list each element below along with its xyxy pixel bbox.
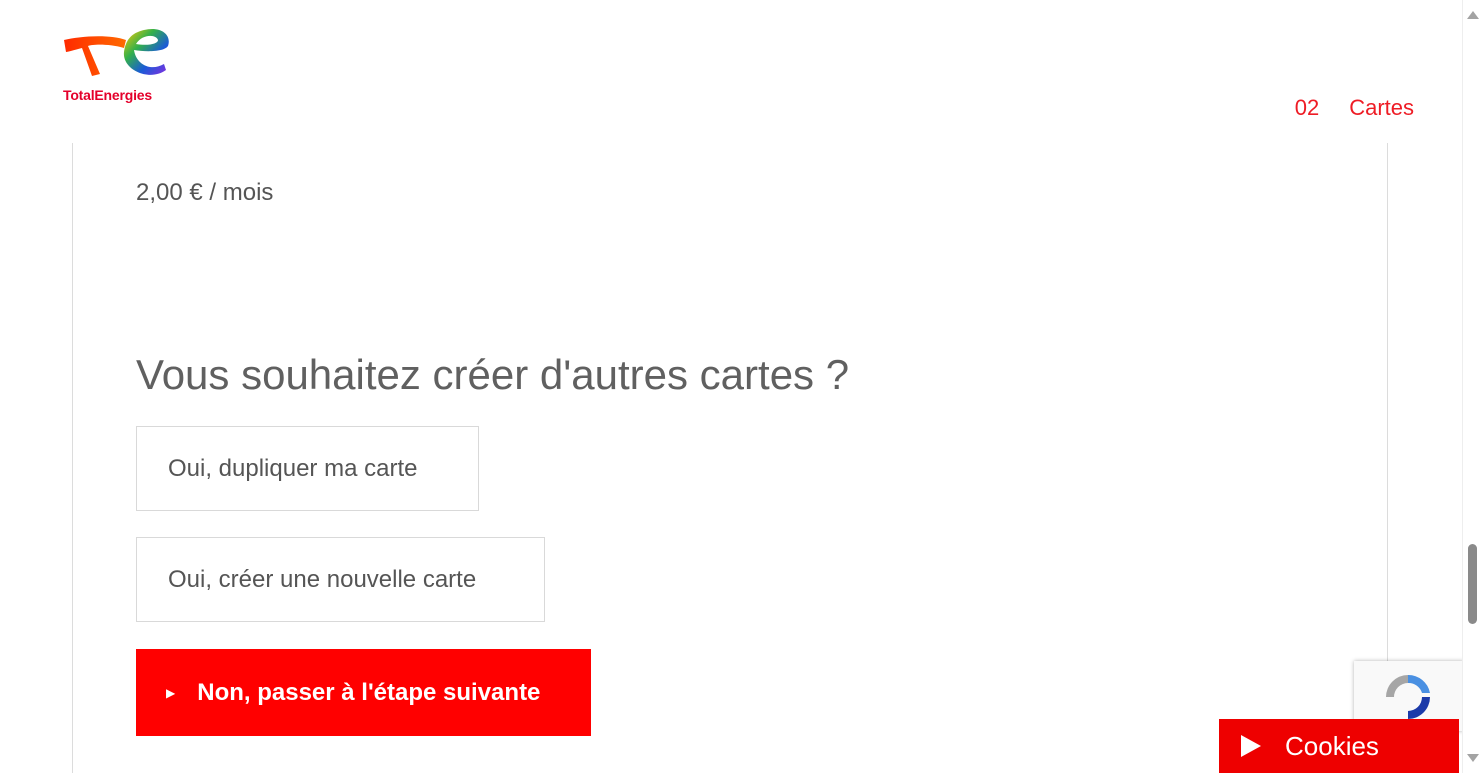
cookies-button[interactable]: Cookies	[1219, 719, 1459, 773]
step-number: 02	[1294, 95, 1320, 120]
page: TotalEnergies 02 Cartes 2,00 € / mois Vo…	[0, 0, 1482, 773]
header: TotalEnergies 02 Cartes	[0, 0, 1463, 143]
scroll-up-arrow-icon[interactable]	[1467, 11, 1479, 19]
recaptcha-icon	[1386, 674, 1430, 719]
logo-text: TotalEnergies	[63, 87, 152, 103]
duplicate-card-button[interactable]: Oui, dupliquer ma carte	[136, 426, 479, 511]
play-icon	[1241, 735, 1261, 757]
scroll-down-arrow-icon[interactable]	[1467, 754, 1479, 762]
new-card-button[interactable]: Oui, créer une nouvelle carte	[136, 537, 545, 622]
content-card: 2,00 € / mois Vous souhaitez créer d'aut…	[72, 143, 1388, 773]
play-triangle-icon: ▶	[166, 685, 176, 700]
question-heading: Vous souhaitez créer d'autres cartes ?	[136, 351, 850, 398]
cookies-label: Cookies	[1285, 730, 1379, 761]
scrollbar[interactable]	[1462, 0, 1482, 773]
scroll-thumb[interactable]	[1468, 544, 1477, 624]
step-label: Cartes	[1349, 95, 1414, 120]
price-text: 2,00 € / mois	[136, 179, 274, 206]
next-step-button[interactable]: ▶ Non, passer à l'étape suivante	[136, 649, 591, 736]
next-step-label: Non, passer à l'étape suivante	[197, 678, 541, 706]
step-indicator: 02 Cartes	[1295, 95, 1414, 121]
